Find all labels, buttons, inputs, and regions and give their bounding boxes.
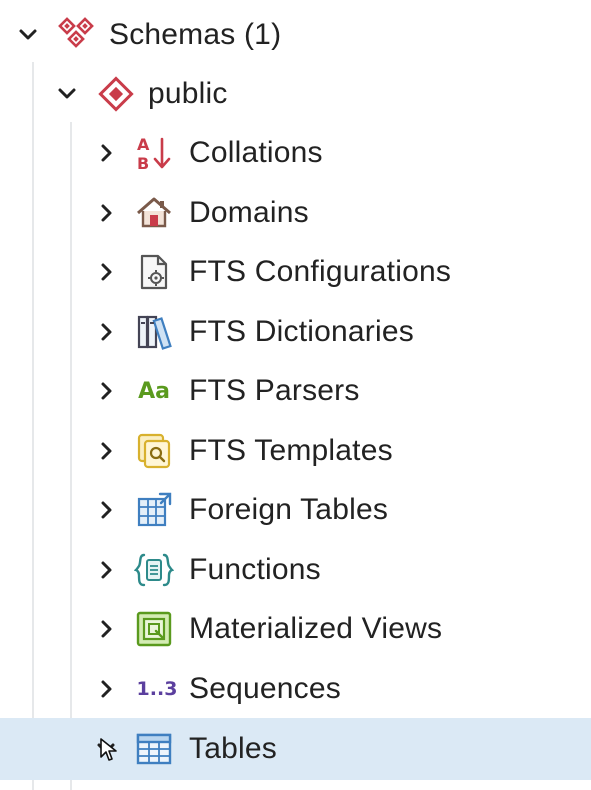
fts-dictionary-icon — [134, 312, 174, 352]
tree-node-fts-templates[interactable]: FTS Templates — [0, 422, 591, 480]
chevron-right-icon[interactable] — [92, 675, 120, 703]
tree-node-domains[interactable]: Domains — [0, 184, 591, 242]
mouse-pointer-icon — [98, 737, 120, 768]
tree-node-label: Collations — [189, 136, 323, 169]
tree-node-label: Materialized Views — [189, 612, 443, 645]
tree-node-label: Functions — [189, 553, 321, 586]
tree-node-public[interactable]: public — [0, 65, 591, 123]
chevron-right-icon[interactable] — [92, 615, 120, 643]
chevron-down-icon[interactable] — [14, 21, 42, 49]
chevron-right-icon[interactable] — [92, 496, 120, 524]
tree-node-sequences[interactable]: 1..3 Sequences — [0, 660, 591, 718]
tree-node-label: Foreign Tables — [189, 493, 389, 526]
tree-node-fts-dictionaries[interactable]: FTS Dictionaries — [0, 303, 591, 361]
svg-text:B: B — [137, 154, 149, 173]
tree-node-collations[interactable]: A B Collations — [0, 124, 591, 182]
tree-node-foreign-tables[interactable]: Foreign Tables — [0, 481, 591, 539]
chevron-right-icon[interactable] — [92, 139, 120, 167]
tree-node-label: Domains — [189, 196, 309, 229]
domain-house-icon — [134, 193, 174, 233]
materialized-view-icon — [134, 609, 174, 649]
fts-template-icon — [134, 431, 174, 471]
fts-parser-icon: Aa — [138, 378, 170, 404]
chevron-down-icon[interactable] — [53, 80, 81, 108]
chevron-right-icon[interactable] — [92, 258, 120, 286]
foreign-table-icon — [134, 490, 174, 530]
chevron-right-icon[interactable] — [92, 318, 120, 346]
tree-node-label: Schemas (1) — [109, 18, 282, 51]
schema-icon — [96, 74, 136, 114]
function-icon — [134, 550, 174, 590]
fts-configuration-icon — [134, 252, 174, 292]
svg-text:A: A — [137, 135, 150, 154]
tree-node-label: public — [148, 77, 228, 110]
collation-sort-icon: A B — [134, 133, 174, 173]
tree-node-label: FTS Dictionaries — [189, 315, 414, 348]
tree-node-materialized-views[interactable]: Materialized Views — [0, 600, 591, 658]
tree-node-label: FTS Parsers — [189, 374, 360, 407]
tree-node-label: FTS Templates — [189, 434, 393, 467]
tree-node-tables[interactable]: Tables — [0, 718, 591, 780]
schemas-icon — [56, 15, 96, 55]
chevron-right-icon[interactable] — [92, 437, 120, 465]
tree-node-fts-parsers[interactable]: Aa FTS Parsers — [0, 362, 591, 420]
tree-node-label: Sequences — [189, 672, 341, 705]
chevron-right-icon[interactable] — [92, 199, 120, 227]
object-browser-tree: Schemas (1) public A B Collations Domain… — [0, 0, 591, 790]
chevron-right-icon[interactable] — [92, 377, 120, 405]
tree-node-fts-configurations[interactable]: FTS Configurations — [0, 243, 591, 301]
table-icon — [134, 729, 174, 769]
tree-node-label: Tables — [189, 732, 277, 765]
chevron-right-icon[interactable] — [92, 556, 120, 584]
tree-node-label: FTS Configurations — [189, 255, 452, 288]
sequence-icon: 1..3 — [136, 678, 178, 700]
tree-node-functions[interactable]: Functions — [0, 541, 591, 599]
tree-node-schemas[interactable]: Schemas (1) — [0, 6, 591, 64]
